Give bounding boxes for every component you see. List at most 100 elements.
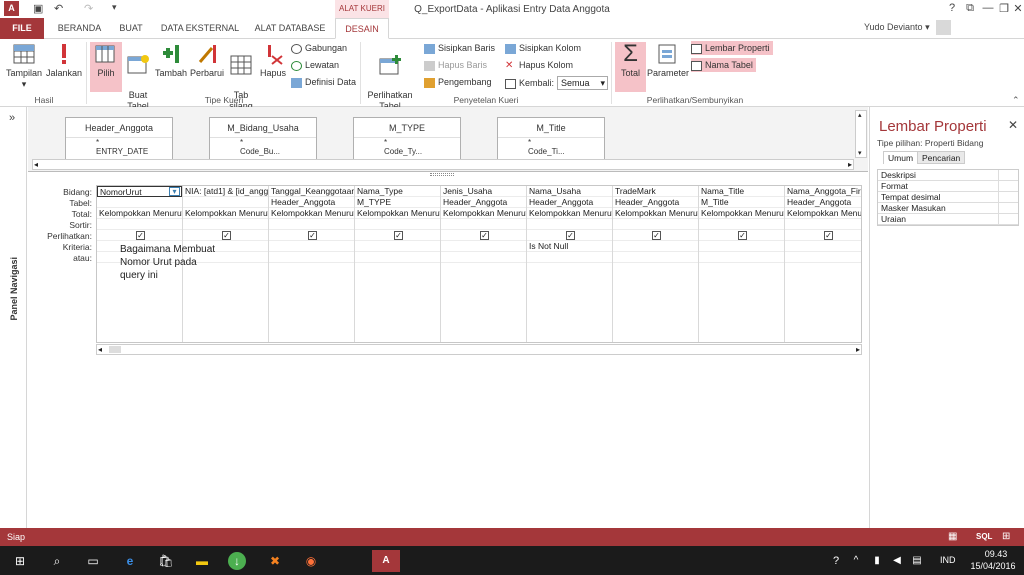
or-cell[interactable] (527, 252, 612, 263)
sisipkan-baris-button[interactable]: Sisipkan Baris (424, 41, 495, 55)
table-cell[interactable]: Header_Anggota (527, 197, 612, 208)
field-cell-input[interactable]: NomorUrut ▾ (97, 186, 182, 197)
total-cell[interactable]: Kelompokkan Menurut (441, 208, 526, 219)
show-checkbox[interactable]: ✓ (652, 231, 661, 240)
field-list[interactable]: * Code_Ti... (498, 138, 604, 156)
property-row-masker-masukan[interactable]: Masker Masukan (878, 203, 1018, 214)
criteria-cell[interactable] (613, 241, 698, 252)
tab-pencarian[interactable]: Pencarian (917, 151, 966, 164)
ribbon-display-button[interactable]: ⧉ (962, 2, 978, 15)
show-cell[interactable]: ✓ (785, 230, 861, 241)
clock-time[interactable]: 09.43 (978, 549, 1014, 559)
field-cell[interactable]: Tanggal_Keanggotaan (269, 186, 354, 197)
or-cell[interactable] (785, 252, 861, 263)
field-cell[interactable]: Jenis_Usaha (441, 186, 526, 197)
criteria-cell[interactable] (699, 241, 784, 252)
windows-start-icon[interactable]: ⊞ (9, 550, 31, 572)
perbarui-button[interactable]: Perbarui (189, 42, 225, 92)
grid-horizontal-scrollbar[interactable]: ◂ ▸ (96, 344, 862, 355)
kembali-select[interactable]: Semua ▾ (557, 76, 608, 90)
perlihatkan-tabel-button[interactable]: Perlihatkan Tabel (363, 42, 417, 111)
sort-cell[interactable] (699, 219, 784, 230)
or-cell[interactable] (613, 252, 698, 263)
show-hidden-icons-icon[interactable]: ^ (845, 550, 867, 572)
total-cell[interactable]: Kelompokkan Menurut (269, 208, 354, 219)
table-cell[interactable]: M_TYPE (355, 197, 440, 208)
sort-cell[interactable] (441, 219, 526, 230)
or-cell[interactable] (355, 252, 440, 263)
total-cell[interactable]: Kelompokkan Menurut (97, 208, 182, 219)
table-cell[interactable]: Header_Anggota (785, 197, 861, 208)
field-cell[interactable]: Nama_Usaha (527, 186, 612, 197)
table-cell[interactable] (97, 197, 182, 208)
access-taskbar-icon[interactable]: A (372, 550, 400, 572)
show-cell[interactable]: ✓ (355, 230, 440, 241)
show-cell[interactable]: ✓ (183, 230, 268, 241)
nama-tabel-button[interactable]: Nama Tabel (691, 58, 756, 72)
total-cell[interactable]: Kelompokkan Menurut (527, 208, 612, 219)
close-icon[interactable]: ✕ (1008, 118, 1018, 132)
show-cell[interactable]: ✓ (441, 230, 526, 241)
sort-cell[interactable] (97, 219, 182, 230)
scroll-left-icon[interactable]: ◂ (98, 345, 102, 354)
scroll-right-icon[interactable]: ▸ (848, 160, 852, 169)
show-checkbox[interactable]: ✓ (738, 231, 747, 240)
property-row-deskripsi[interactable]: Deskripsi (878, 170, 1018, 181)
tab-file[interactable]: FILE (0, 18, 44, 39)
input-language[interactable]: IND (940, 555, 956, 565)
minimize-button[interactable]: — (980, 2, 996, 14)
total-cell[interactable]: Kelompokkan Menurut (699, 208, 784, 219)
field-cell[interactable]: Nama_Title (699, 186, 784, 197)
scroll-right-icon[interactable]: ▸ (856, 345, 860, 354)
or-cell[interactable] (269, 252, 354, 263)
show-cell[interactable]: ✓ (269, 230, 354, 241)
table-card-header-anggota[interactable]: Header_Anggota * ENTRY_DATE (65, 117, 173, 165)
hapus-button[interactable]: Hapus (257, 42, 289, 92)
chevron-down-icon[interactable]: ▾ (169, 187, 180, 196)
sort-cell[interactable] (355, 219, 440, 230)
scroll-left-icon[interactable]: ◂ (34, 160, 38, 169)
show-cell[interactable]: ✓ (699, 230, 784, 241)
show-checkbox[interactable]: ✓ (308, 231, 317, 240)
firefox-icon[interactable]: ◉ (300, 550, 322, 572)
tampilan-button[interactable]: Tampilan ▾ (4, 42, 44, 92)
pengembang-button[interactable]: Pengembang (424, 75, 492, 89)
total-cell[interactable]: Kelompokkan Menurut (355, 208, 440, 219)
criteria-cell[interactable] (441, 241, 526, 252)
tab-silang-button[interactable]: Tab silang (226, 42, 256, 111)
xampp-icon[interactable]: ✖ (264, 550, 286, 572)
buat-tabel-button[interactable]: Buat Tabel (123, 42, 153, 111)
table-card-m-bidang-usaha[interactable]: M_Bidang_Usaha * Code_Bu... (209, 117, 317, 165)
property-row-uraian[interactable]: Uraian (878, 214, 1018, 225)
criteria-cell[interactable] (355, 241, 440, 252)
collapse-ribbon-icon[interactable]: ⌃ (1012, 95, 1020, 106)
sisipkan-kolom-button[interactable]: Sisipkan Kolom (505, 41, 581, 55)
hapus-baris-button[interactable]: Hapus Baris (424, 58, 487, 72)
show-checkbox[interactable]: ✓ (136, 231, 145, 240)
table-cell[interactable] (183, 197, 268, 208)
lembar-properti-button[interactable]: Lembar Properti (691, 41, 773, 55)
gabungan-button[interactable]: Gabungan (291, 41, 347, 55)
show-checkbox[interactable]: ✓ (394, 231, 403, 240)
sort-cell[interactable] (183, 219, 268, 230)
file-explorer-icon[interactable]: ▬ (191, 550, 213, 572)
field-cell[interactable]: Nama_Type (355, 186, 440, 197)
table-cell[interactable]: M_Title (699, 197, 784, 208)
parameter-button[interactable]: Parameter (647, 42, 689, 92)
property-row-format[interactable]: Format (878, 181, 1018, 192)
total-cell[interactable]: Kelompokkan Menurut (613, 208, 698, 219)
show-checkbox[interactable]: ✓ (566, 231, 575, 240)
total-cell[interactable]: Kelompokkan Menurut (183, 208, 268, 219)
avatar[interactable] (936, 20, 951, 35)
definisi-data-button[interactable]: Definisi Data (291, 75, 356, 89)
field-list[interactable]: * ENTRY_DATE (66, 138, 172, 156)
sql-view-icon[interactable]: SQL (976, 532, 992, 541)
volume-icon[interactable]: ◀ (886, 550, 908, 572)
pilih-button[interactable]: Pilih (90, 42, 122, 92)
notification-icon[interactable]: ▤ (906, 550, 928, 572)
criteria-cell[interactable] (785, 241, 861, 252)
show-cell[interactable]: ✓ (527, 230, 612, 241)
show-cell[interactable]: ✓ (613, 230, 698, 241)
task-view-icon[interactable]: ▭ (82, 550, 104, 572)
total-button[interactable]: Σ Total (615, 42, 646, 92)
